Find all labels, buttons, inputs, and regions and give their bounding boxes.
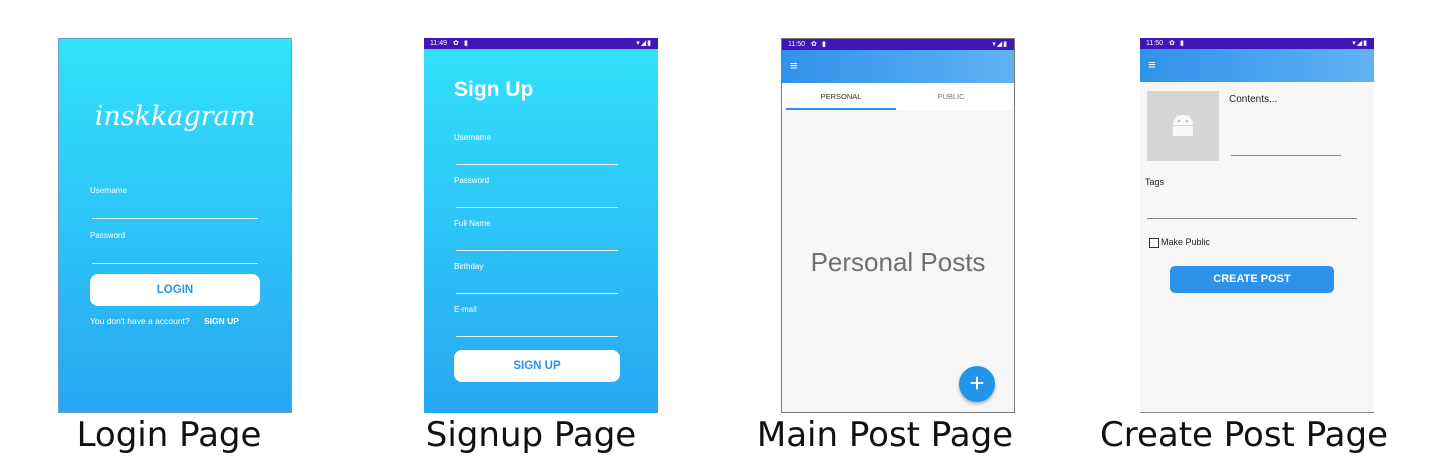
username-field[interactable] xyxy=(456,164,618,165)
password-label: Password xyxy=(90,231,126,240)
app-logo: inskkagram xyxy=(94,101,256,132)
menu-icon[interactable]: ≡ xyxy=(1148,57,1156,72)
settings-icon: ✿ xyxy=(1169,40,1175,47)
password-field[interactable] xyxy=(92,263,258,264)
tab-personal[interactable]: PERSONAL xyxy=(786,83,896,110)
full-name-label: Full Name xyxy=(454,219,491,228)
make-public-label: Make Public xyxy=(1161,237,1211,247)
add-post-button[interactable]: + xyxy=(959,366,995,402)
status-bar: 11:49 ✿ ▮ ▾◢▮ xyxy=(424,38,658,49)
signal-battery-icon: ▾◢▮ xyxy=(1352,40,1368,47)
status-time: 11:50 xyxy=(1146,40,1163,47)
page-title: Sign Up xyxy=(454,78,534,101)
no-account-text: You don't have a account? xyxy=(90,316,190,326)
birthday-label: Birthday xyxy=(454,262,484,271)
tags-label: Tags xyxy=(1145,177,1165,187)
personal-posts-label: Personal Posts xyxy=(810,247,986,277)
signal-battery-icon: ▾◢▮ xyxy=(636,40,652,47)
menu-icon[interactable]: ≡ xyxy=(790,58,798,73)
password-field[interactable] xyxy=(456,207,618,208)
username-label: Username xyxy=(90,186,127,195)
create-post-button[interactable]: CREATE POST xyxy=(1170,266,1334,293)
settings-icon: ✿ xyxy=(811,41,817,48)
status-bar: 11:50 ✿ ▮ ▾◢▮ xyxy=(782,39,1014,50)
android-icon xyxy=(1173,114,1193,136)
email-label: E-mail xyxy=(454,305,477,314)
contents-placeholder: Contents... xyxy=(1229,94,1278,105)
signal-battery-icon: ▾◢▮ xyxy=(992,41,1008,48)
signup-link[interactable]: SIGN UP xyxy=(204,316,239,326)
tab-indicator xyxy=(786,108,896,110)
login-screen: inskkagram Username Password LOGIN You d… xyxy=(58,38,292,413)
signup-button[interactable]: SIGN UP xyxy=(454,350,620,382)
caption-signup: Signup Page xyxy=(425,415,637,455)
status-bar: 11:50 ✿ ▮ ▾◢▮ xyxy=(1140,38,1374,49)
contents-field[interactable] xyxy=(1231,155,1341,156)
caption-main: Main Post Page xyxy=(756,415,1014,455)
full-name-field[interactable] xyxy=(456,250,618,251)
main-post-screen: 11:50 ✿ ▮ ▾◢▮ ≡ PERSONAL PUBLIC Personal… xyxy=(781,38,1015,413)
login-button[interactable]: LOGIN xyxy=(90,274,260,306)
caption-login: Login Page xyxy=(76,415,262,455)
create-post-screen: 11:50 ✿ ▮ ▾◢▮ ≡ Contents... Tags Make Pu… xyxy=(1140,38,1374,413)
tab-public[interactable]: PUBLIC xyxy=(896,83,1006,110)
app-bar: ≡ xyxy=(1140,49,1374,82)
sd-card-icon: ▮ xyxy=(822,41,826,48)
tags-field[interactable] xyxy=(1147,218,1357,219)
signup-screen: 11:49 ✿ ▮ ▾◢▮ Sign Up Username Password … xyxy=(424,38,658,413)
username-field[interactable] xyxy=(92,218,258,219)
make-public-checkbox[interactable] xyxy=(1149,238,1159,248)
caption-create: Create Post Page xyxy=(1099,415,1389,455)
birthday-field[interactable] xyxy=(456,293,618,294)
app-bar: ≡ xyxy=(782,50,1014,83)
password-label: Password xyxy=(454,176,490,185)
status-time: 11:50 xyxy=(788,41,805,48)
settings-icon: ✿ xyxy=(453,40,459,47)
status-time: 11:49 xyxy=(430,40,447,47)
sd-card-icon: ▮ xyxy=(464,40,468,47)
email-field[interactable] xyxy=(456,336,618,337)
tab-bar: PERSONAL PUBLIC xyxy=(782,83,1014,110)
username-label: Username xyxy=(454,133,491,142)
sd-card-icon: ▮ xyxy=(1180,40,1184,47)
image-picker[interactable] xyxy=(1147,91,1219,161)
